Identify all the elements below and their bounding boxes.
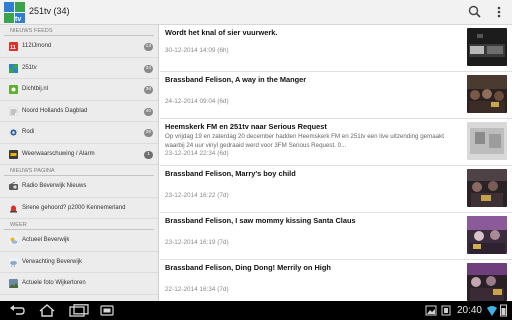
sidebar-item-rodi[interactable]: Rodi 39: [0, 122, 158, 144]
sidebar-item-label: Verwachting Beverwijk: [22, 258, 83, 265]
sidebar-item-label: Weerwaarschuwing / Alarm: [22, 150, 95, 157]
112-icon: 11: [9, 42, 18, 51]
feed-item-title: Brassband Felison, Marry's boy child: [165, 169, 296, 178]
video-thumbnail: [467, 28, 507, 66]
search-icon[interactable]: [466, 3, 484, 21]
count-badge: 34: [143, 64, 153, 73]
feed-item[interactable]: Wordt het knal of sier vuurwerk. 30-12-2…: [160, 25, 512, 72]
weather-forecast-icon: [9, 257, 18, 267]
video-thumbnail: [467, 75, 507, 113]
rodi-icon: [9, 128, 18, 137]
action-bar: tv 251tv (34): [0, 0, 512, 25]
feed-item-title: Wordt het knal of sier vuurwerk.: [165, 28, 278, 37]
sidebar-item-actueel-beverwijk[interactable]: Actueel Beverwijk: [0, 230, 158, 252]
section-header-nieuws-feeds: NIEUWS FEEDS: [0, 25, 158, 36]
nhd-icon: [9, 106, 18, 116]
recent-apps-icon[interactable]: [68, 304, 90, 317]
sidebar-item-label: Dichtbij.nl: [22, 86, 49, 92]
overflow-menu-icon[interactable]: [490, 3, 508, 21]
sidebar-item-noord-hollands-dagblad[interactable]: Noord Hollands Dagblad 40: [0, 101, 158, 122]
sidebar-item-weerwaarschuwing[interactable]: Weerwaarschuwing / Alarm 1: [0, 144, 158, 165]
siren-icon: [10, 205, 17, 212]
feed-item-date: 24-12-2014 09:04 (6d): [165, 98, 229, 105]
sidebar-item-label: Rodi: [22, 129, 35, 135]
feed-item-title: Brassband Felison, Ding Dong! Merrily on…: [165, 263, 331, 272]
feed-item[interactable]: Brassband Felison, Ding Dong! Merrily on…: [160, 260, 512, 301]
radio-icon: [9, 182, 18, 190]
screenshot-icon[interactable]: [100, 304, 114, 317]
count-badge: 36: [143, 86, 153, 94]
status-time: 20:40: [456, 305, 482, 316]
weather-alarm-icon: [9, 149, 18, 159]
tv-app-icon[interactable]: tv: [4, 2, 25, 23]
feed-item-date: 23-12-2014 16:22 (7d): [165, 192, 229, 199]
feed-list: Wordt het knal of sier vuurwerk. 30-12-2…: [160, 25, 512, 301]
system-navigation-bar: 20:40: [0, 301, 512, 320]
feed-item[interactable]: Brassband Felison, A way in the Manger 2…: [160, 72, 512, 119]
feed-item-date: 23-12-2014 16:19 (7d): [165, 239, 229, 246]
feed-item[interactable]: Brassband Felison, I saw mommy kissing S…: [160, 213, 512, 260]
gallery-icon: [425, 305, 437, 316]
photo-icon: [9, 279, 18, 288]
count-badge: 13: [143, 43, 153, 51]
weather-current-icon: [9, 236, 18, 245]
sidebar-item-sirene-p2000[interactable]: Sirene gehoord? p2000 Kennemerland: [0, 198, 158, 219]
feed-item-date: 22-12-2014 16:34 (7d): [165, 286, 229, 293]
feed-item-title: Heemskerk FM en 251tv naar Serious Reque…: [165, 122, 327, 131]
svg-text:tv: tv: [15, 16, 21, 23]
feed-item-title: Brassband Felison, A way in the Manger: [165, 75, 307, 84]
sidebar-item-label: Noord Hollands Dagblad: [22, 107, 88, 114]
sidebar-item-112ijmond[interactable]: 11 112IJmond 13: [0, 36, 158, 58]
sidebar-item-label: Actuele foto Wijkertoren: [22, 280, 86, 286]
251tv-icon: [9, 63, 18, 73]
sidebar-item-label: Actueel Beverwijk: [22, 237, 70, 243]
sidebar-item-actuele-foto-wijkertoren[interactable]: Actuele foto Wijkertoren: [0, 273, 158, 295]
count-badge: 1: [144, 150, 153, 159]
section-header-weer: WEER: [0, 219, 158, 230]
sidebar-item-label: 112IJmond: [22, 43, 52, 49]
feed-item-title: Brassband Felison, I saw mommy kissing S…: [165, 216, 356, 225]
feed-item[interactable]: Brassband Felison, Marry's boy child 23-…: [160, 166, 512, 213]
sidebar-item-label: Radio Beverwijk Nieuws: [22, 183, 87, 189]
sidebar-item-verwachting-beverwijk[interactable]: Verwachting Beverwijk: [0, 252, 158, 273]
count-badge: 39: [143, 129, 153, 137]
video-thumbnail: [467, 263, 507, 301]
video-thumbnail: [467, 216, 507, 254]
sidebar-item-label: Sirene gehoord? p2000 Kennemerland: [22, 204, 126, 211]
count-badge: 40: [143, 107, 153, 116]
video-thumbnail: [467, 169, 507, 207]
feed-item-date: 23-12-2014 22:34 (6d): [165, 150, 229, 157]
feed-item-date: 30-12-2014 14:09 (6h): [165, 47, 229, 54]
sidebar-item-251tv[interactable]: 251tv 34: [0, 58, 158, 79]
dichtbij-icon: [9, 85, 18, 94]
feed-item[interactable]: Heemskerk FM en 251tv naar Serious Reque…: [160, 119, 512, 166]
sidebar-item-label: 251tv: [22, 64, 37, 71]
sidebar-item-radio-beverwijk[interactable]: Radio Beverwijk Nieuws: [0, 176, 158, 198]
battery-icon: [500, 304, 507, 317]
back-icon[interactable]: [8, 304, 26, 317]
wifi-icon: [487, 306, 497, 316]
svg-text:11: 11: [10, 45, 16, 51]
feed-item-excerpt: Op vrijdag 19 en zaterdag 20 december ha…: [165, 133, 444, 149]
screenshot-icon: [441, 305, 451, 316]
app-title: 251tv (34): [29, 6, 70, 16]
video-thumbnail: [467, 122, 507, 160]
sidebar-item-dichtbij[interactable]: Dichtbij.nl 36: [0, 79, 158, 101]
section-header-nieuws-pagina: NIEUWS PAGINA: [0, 165, 158, 176]
sidebar: NIEUWS FEEDS 11 112IJmond 13 251tv 34 Di…: [0, 25, 159, 301]
home-icon[interactable]: [38, 304, 56, 317]
